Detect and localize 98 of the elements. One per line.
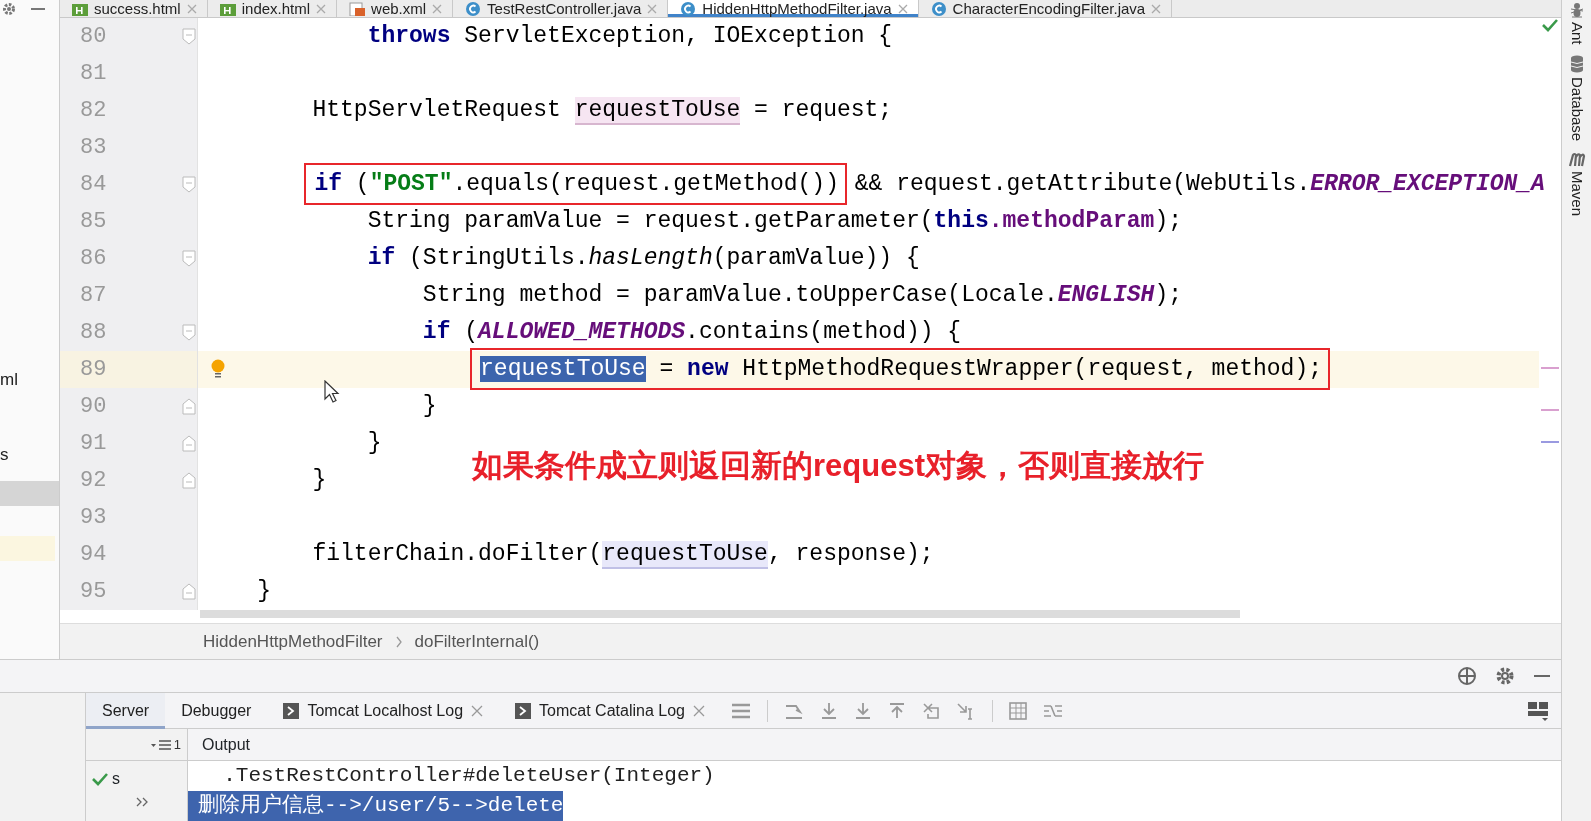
- annotation-box: requestToUse = new HttpMethodRequestWrapper(request, method);: [470, 348, 1331, 390]
- code-text: if (ALLOWED_METHODS.contains(method)) {: [422, 319, 962, 345]
- ant-icon: [1568, 2, 1585, 18]
- line-number: 94: [79, 541, 107, 569]
- fold-marker-icon[interactable]: [182, 324, 196, 341]
- code-text: filterChain.doFilter(requestToUse, response);: [312, 541, 934, 569]
- annotation-box: if ("POST".equals(request.getMethod()): [304, 163, 847, 205]
- code-text: HttpServletRequest requestToUse = request;: [312, 97, 893, 125]
- line-number: 87: [79, 282, 107, 310]
- line-number: 95: [79, 578, 107, 606]
- line-number: 86: [79, 245, 107, 273]
- panel-tab[interactable]: Debugger: [165, 692, 268, 729]
- code-text: }: [367, 430, 382, 456]
- close-icon[interactable]: [186, 3, 197, 14]
- fold-marker-icon[interactable]: [182, 435, 196, 452]
- fold-marker-icon[interactable]: [182, 583, 196, 600]
- class-file-icon: [465, 0, 482, 17]
- class-file-icon: [680, 0, 697, 17]
- code-text: String method = paramValue.toUpperCase(Locale.ENGLISH);: [422, 282, 1182, 308]
- fold-marker-icon[interactable]: [182, 28, 196, 45]
- editor-tab[interactable]: index.html: [207, 0, 338, 17]
- fold-marker-icon[interactable]: [182, 176, 196, 193]
- editor-tab[interactable]: CharacterEncodingFilter.java: [918, 0, 1173, 17]
- table-icon[interactable]: [1008, 701, 1027, 720]
- output-line: .TestRestController#deleteUser(Integer): [222, 763, 715, 789]
- breadcrumb-item[interactable]: HiddenHttpMethodFilter: [203, 629, 383, 655]
- html-file-icon: [72, 1, 88, 16]
- close-icon[interactable]: [647, 3, 658, 14]
- breadcrumb-item[interactable]: doFilterInternal(): [414, 629, 540, 655]
- maven-icon: [1567, 150, 1586, 167]
- line-number: 81: [79, 60, 107, 88]
- expand-icon[interactable]: [136, 797, 150, 807]
- code-text: String paramValue = request.getParameter(this.methodParam);: [367, 208, 1182, 234]
- code-text: }: [312, 467, 327, 493]
- database-icon: [1568, 54, 1585, 73]
- download-icon[interactable]: [819, 701, 838, 720]
- check-icon: [1542, 18, 1558, 32]
- fold-marker-icon[interactable]: [182, 472, 196, 489]
- annotation-text: 如果条件成立则返回新的request对象，否则直接放行: [472, 447, 1204, 485]
- editor-tab[interactable]: HiddenHttpMethodFilter.java: [668, 0, 919, 17]
- tree-item[interactable]: s: [0, 436, 59, 473]
- close-icon[interactable]: [692, 704, 705, 717]
- class-file-icon: [930, 0, 947, 17]
- html-file-icon: [219, 1, 236, 16]
- code-text: }: [257, 578, 272, 604]
- editor-tab[interactable]: success.html: [60, 0, 208, 17]
- xml-file-icon: [349, 1, 366, 16]
- fold-marker-icon[interactable]: [182, 398, 196, 415]
- code-text: if (StringUtils.hasLength(paramValue)) {: [367, 245, 920, 271]
- close-icon[interactable]: [316, 3, 327, 14]
- panel-tab[interactable]: Tomcat Catalina Log: [499, 692, 721, 729]
- panel-tab[interactable]: Tomcat Localhost Log: [267, 692, 500, 729]
- lightbulb-icon[interactable]: [210, 359, 226, 379]
- tree-item[interactable]: ml: [0, 361, 59, 398]
- line-number: 83: [79, 134, 107, 162]
- line-number: 90: [79, 393, 107, 421]
- horizontal-scrollbar[interactable]: [200, 610, 1240, 618]
- chevron-icon: [394, 635, 403, 648]
- settings-icon[interactable]: [2, 2, 16, 16]
- panel-tab[interactable]: Server: [86, 692, 166, 729]
- count-label: 1: [173, 735, 181, 754]
- code-text: throws ServletException, IOException {: [367, 23, 893, 49]
- console-icon: [515, 702, 532, 719]
- line-number: 84: [79, 171, 107, 199]
- tree-row-highlight: [0, 536, 55, 561]
- editor-tab[interactable]: TestRestController.java: [453, 0, 669, 17]
- line-number: 93: [79, 504, 107, 532]
- list-icon[interactable]: [730, 701, 751, 720]
- clear-icon[interactable]: [921, 701, 940, 720]
- layout-icon[interactable]: [1527, 699, 1549, 722]
- server-item[interactable]: s: [112, 767, 120, 791]
- close-icon[interactable]: [471, 704, 484, 717]
- console-icon: [283, 702, 300, 719]
- tool-window-button[interactable]: Database: [1565, 54, 1588, 141]
- code-text: }: [422, 393, 437, 419]
- tool-window-button[interactable]: Maven: [1565, 150, 1588, 216]
- tool-window-button[interactable]: Ant: [1565, 2, 1588, 45]
- line-number: 82: [79, 97, 107, 125]
- download-icon[interactable]: [853, 701, 872, 720]
- close-icon[interactable]: [1151, 3, 1162, 14]
- close-icon[interactable]: [897, 3, 908, 14]
- line-number: 88: [79, 319, 107, 347]
- fold-marker-icon[interactable]: [182, 250, 196, 267]
- settings-icon[interactable]: [1495, 666, 1515, 687]
- code-text: && request.getAttribute(WebUtils.ERROR_EXCEPTION_A: [854, 171, 1545, 197]
- line-number: 80: [79, 23, 107, 51]
- editor-tab[interactable]: web.xml: [337, 0, 454, 17]
- check-icon: [92, 772, 108, 786]
- filter-menu-icon[interactable]: [149, 737, 172, 752]
- crosshair-icon[interactable]: [1457, 666, 1477, 687]
- line-number: 85: [79, 208, 107, 236]
- close-icon[interactable]: [432, 3, 443, 14]
- output-title: Output: [188, 729, 1561, 761]
- upload-icon[interactable]: [887, 701, 906, 720]
- pointer-cursor-icon: [324, 380, 340, 404]
- line-number: 91: [79, 430, 107, 458]
- line-number: 89: [79, 356, 107, 384]
- line-number: 92: [79, 467, 107, 495]
